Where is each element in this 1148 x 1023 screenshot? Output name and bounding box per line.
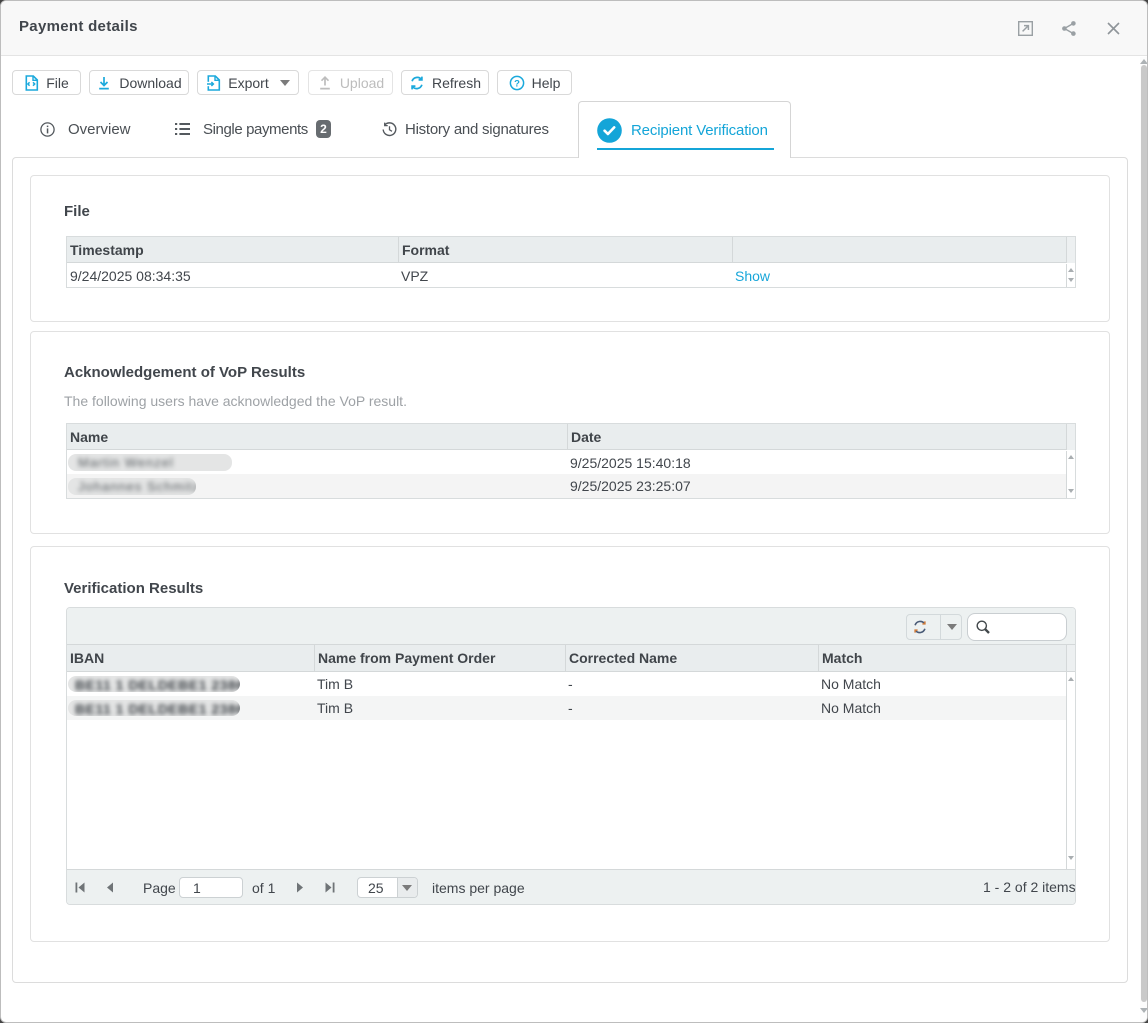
- svg-text:?: ?: [514, 78, 520, 89]
